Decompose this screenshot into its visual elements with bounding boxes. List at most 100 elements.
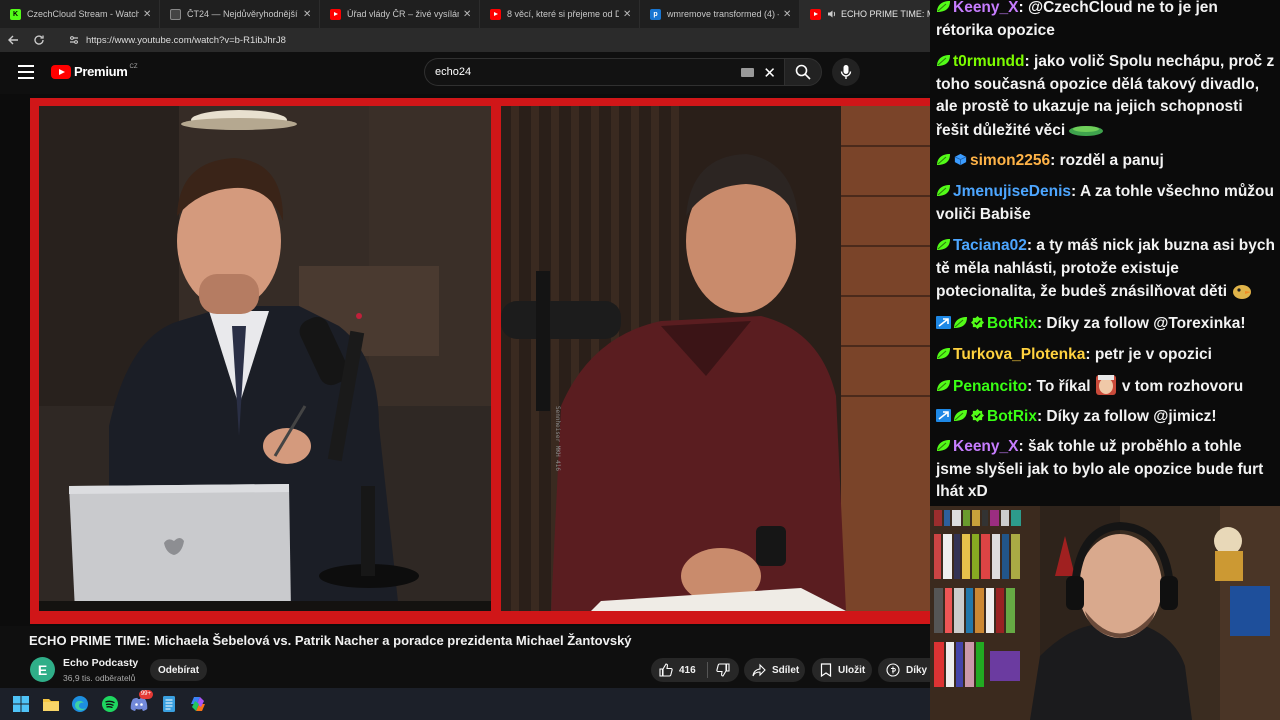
browser-tab-active[interactable]: ECHO PRIME TIME: Micha [800, 0, 930, 28]
close-tab-icon[interactable]: ✕ [623, 9, 633, 20]
bird-emote [1233, 285, 1252, 299]
browser-tab[interactable]: 8 věcí, které si přejeme od DLC pro ✕ [480, 0, 640, 28]
channel-name[interactable]: Echo Podcasty [63, 657, 138, 669]
ct24-icon [170, 8, 181, 20]
chat-text: petr je v opozici [1094, 346, 1212, 363]
leaf-badge-icon [937, 185, 950, 196]
url-field[interactable]: https://www.youtube.com/watch?v=b-R1ibJh… [58, 30, 578, 50]
youtube-premium-logo[interactable]: Premium CZ [51, 64, 138, 79]
channel-avatar[interactable]: E [30, 657, 55, 682]
reload-icon[interactable] [28, 29, 50, 51]
chat-text: rozděl a panuj [1059, 152, 1164, 169]
leaf-badge-icon [937, 239, 950, 250]
mic-label: Sennheiser MKH 416 [554, 406, 561, 471]
file-explorer-icon[interactable] [40, 693, 62, 715]
notepad-icon[interactable] [158, 693, 180, 715]
chat-username[interactable]: simon2256 [970, 152, 1050, 169]
share-icon [752, 663, 766, 677]
back-icon[interactable] [2, 29, 24, 51]
browser-tab[interactable]: Úřad vlády ČR – živé vysílání - You ✕ [320, 0, 480, 28]
chat-username[interactable]: Turkova_Plotenka [953, 346, 1085, 363]
chat-username[interactable]: Penancito [953, 378, 1027, 395]
thumbs-down-icon [716, 663, 730, 677]
chat-username[interactable]: JmenujiseDenis [953, 183, 1071, 200]
close-tab-icon[interactable]: ✕ [463, 9, 473, 20]
bot-badge-icon [936, 316, 951, 329]
chat-username[interactable]: BotRix [987, 315, 1037, 332]
site-info-icon[interactable] [68, 34, 80, 46]
photopea-icon: p [650, 8, 661, 20]
discord-icon[interactable]: 99+ [128, 690, 153, 715]
video-player[interactable]: Sennheiser MKH 416 [0, 94, 930, 626]
like-button[interactable]: 416 [651, 663, 707, 677]
tab-title: wmremove transformed (4) — Pos [667, 9, 779, 19]
video-red-frame: Sennheiser MKH 416 [30, 98, 930, 624]
browser-tab[interactable]: K CzechCloud Stream - Watch Live o ✕ [0, 0, 160, 28]
video-scene-host [39, 106, 491, 611]
voice-search-button[interactable] [832, 58, 860, 86]
chat-message: JmenujiseDenis: A za tohle všechno můžou… [936, 183, 1274, 223]
chat-message: Turkova_Plotenka: petr je v opozici [936, 344, 1276, 367]
address-bar-row: https://www.youtube.com/watch?v=b-R1ibJh… [0, 28, 930, 52]
chat-message: Penancito: To říkal v tom rozhovoru [936, 375, 1276, 399]
windows-taskbar: 99+ [0, 688, 930, 720]
browser-tab[interactable]: ČT24 — Nejdůvěryhodnější zpravo ✕ [160, 0, 320, 28]
subscribe-button[interactable]: Odebírat [150, 659, 207, 681]
chat-text: Díky za follow @jimicz! [1046, 408, 1217, 425]
chat-text: Díky za follow @Torexinka! [1046, 315, 1246, 332]
microphone-icon [840, 65, 852, 79]
chat-text-continued: v tom rozhovoru [1121, 378, 1244, 395]
leaf-badge-icon [937, 380, 950, 391]
chat-username[interactable]: Taciana02 [953, 237, 1027, 254]
bot-badge-icon [936, 409, 951, 422]
search-button[interactable] [784, 58, 822, 86]
leaf-badge-icon [937, 1, 950, 12]
chat-username[interactable]: Keeny_X [953, 438, 1018, 455]
tab-title: ČT24 — Nejdůvěryhodnější zpravo [187, 9, 299, 19]
edge-icon[interactable] [69, 693, 91, 715]
verified-badge-icon [971, 409, 984, 422]
leaf-badge-icon [954, 410, 967, 421]
keyboard-icon[interactable] [741, 68, 754, 77]
stream-chat: Keeny_X: @CzechCloud ne to je jen rétori… [930, 0, 1280, 506]
save-icon [820, 663, 832, 677]
share-label: Sdílet [772, 664, 800, 676]
video-title: ECHO PRIME TIME: Michaela Šebelová vs. P… [29, 633, 632, 648]
copilot-icon[interactable] [187, 693, 209, 715]
channel-subscriber-count: 36,9 tis. odběratelů [63, 673, 136, 683]
youtube-icon [330, 8, 341, 20]
audio-playing-icon[interactable] [827, 9, 837, 19]
youtube-icon [51, 64, 71, 79]
youtube-icon [490, 8, 501, 20]
region-code: CZ [129, 63, 138, 70]
spotify-icon[interactable] [99, 693, 121, 715]
tab-title: Úřad vlády ČR – živé vysílání - You [347, 9, 459, 19]
leaf-badge-icon [937, 348, 950, 359]
windows-start-icon[interactable] [10, 693, 32, 715]
close-tab-icon[interactable]: ✕ [143, 9, 153, 20]
browser-tab[interactable]: p wmremove transformed (4) — Pos ✕ [640, 0, 800, 28]
browser-tab-strip: K CzechCloud Stream - Watch Live o ✕ ČT2… [0, 0, 930, 28]
chat-username[interactable]: BotRix [987, 408, 1037, 425]
hamburger-menu-icon[interactable] [18, 65, 34, 79]
chat-message: simon2256: rozděl a panuj [936, 150, 1276, 173]
verified-badge-icon [971, 316, 984, 329]
url-text: https://www.youtube.com/watch?v=b-R1ibJh… [86, 34, 286, 46]
close-tab-icon[interactable]: ✕ [303, 9, 313, 20]
video-scene-guest: Sennheiser MKH 416 [501, 106, 930, 611]
chat-username[interactable]: t0rmundd [953, 53, 1024, 70]
discord-badge: 99+ [138, 690, 153, 699]
thanks-button[interactable]: Díky [878, 658, 930, 682]
search-input[interactable]: echo24 ✕ [424, 58, 784, 86]
chat-username[interactable]: Keeny_X [953, 0, 1018, 16]
save-button[interactable]: Uložit [812, 658, 872, 682]
close-tab-icon[interactable]: ✕ [783, 9, 793, 20]
dislike-button[interactable] [708, 663, 736, 677]
search-icon [795, 64, 811, 80]
clear-search-icon[interactable]: ✕ [763, 64, 776, 82]
chat-message: Taciana02: a ty máš nick jak buzna asi b… [936, 237, 1275, 300]
save-label: Uložit [838, 664, 866, 676]
chat-message: Keeny_X: šak tohle už proběhlo a tohle j… [936, 438, 1264, 500]
share-button[interactable]: Sdílet [744, 658, 805, 682]
like-count: 416 [679, 664, 696, 676]
